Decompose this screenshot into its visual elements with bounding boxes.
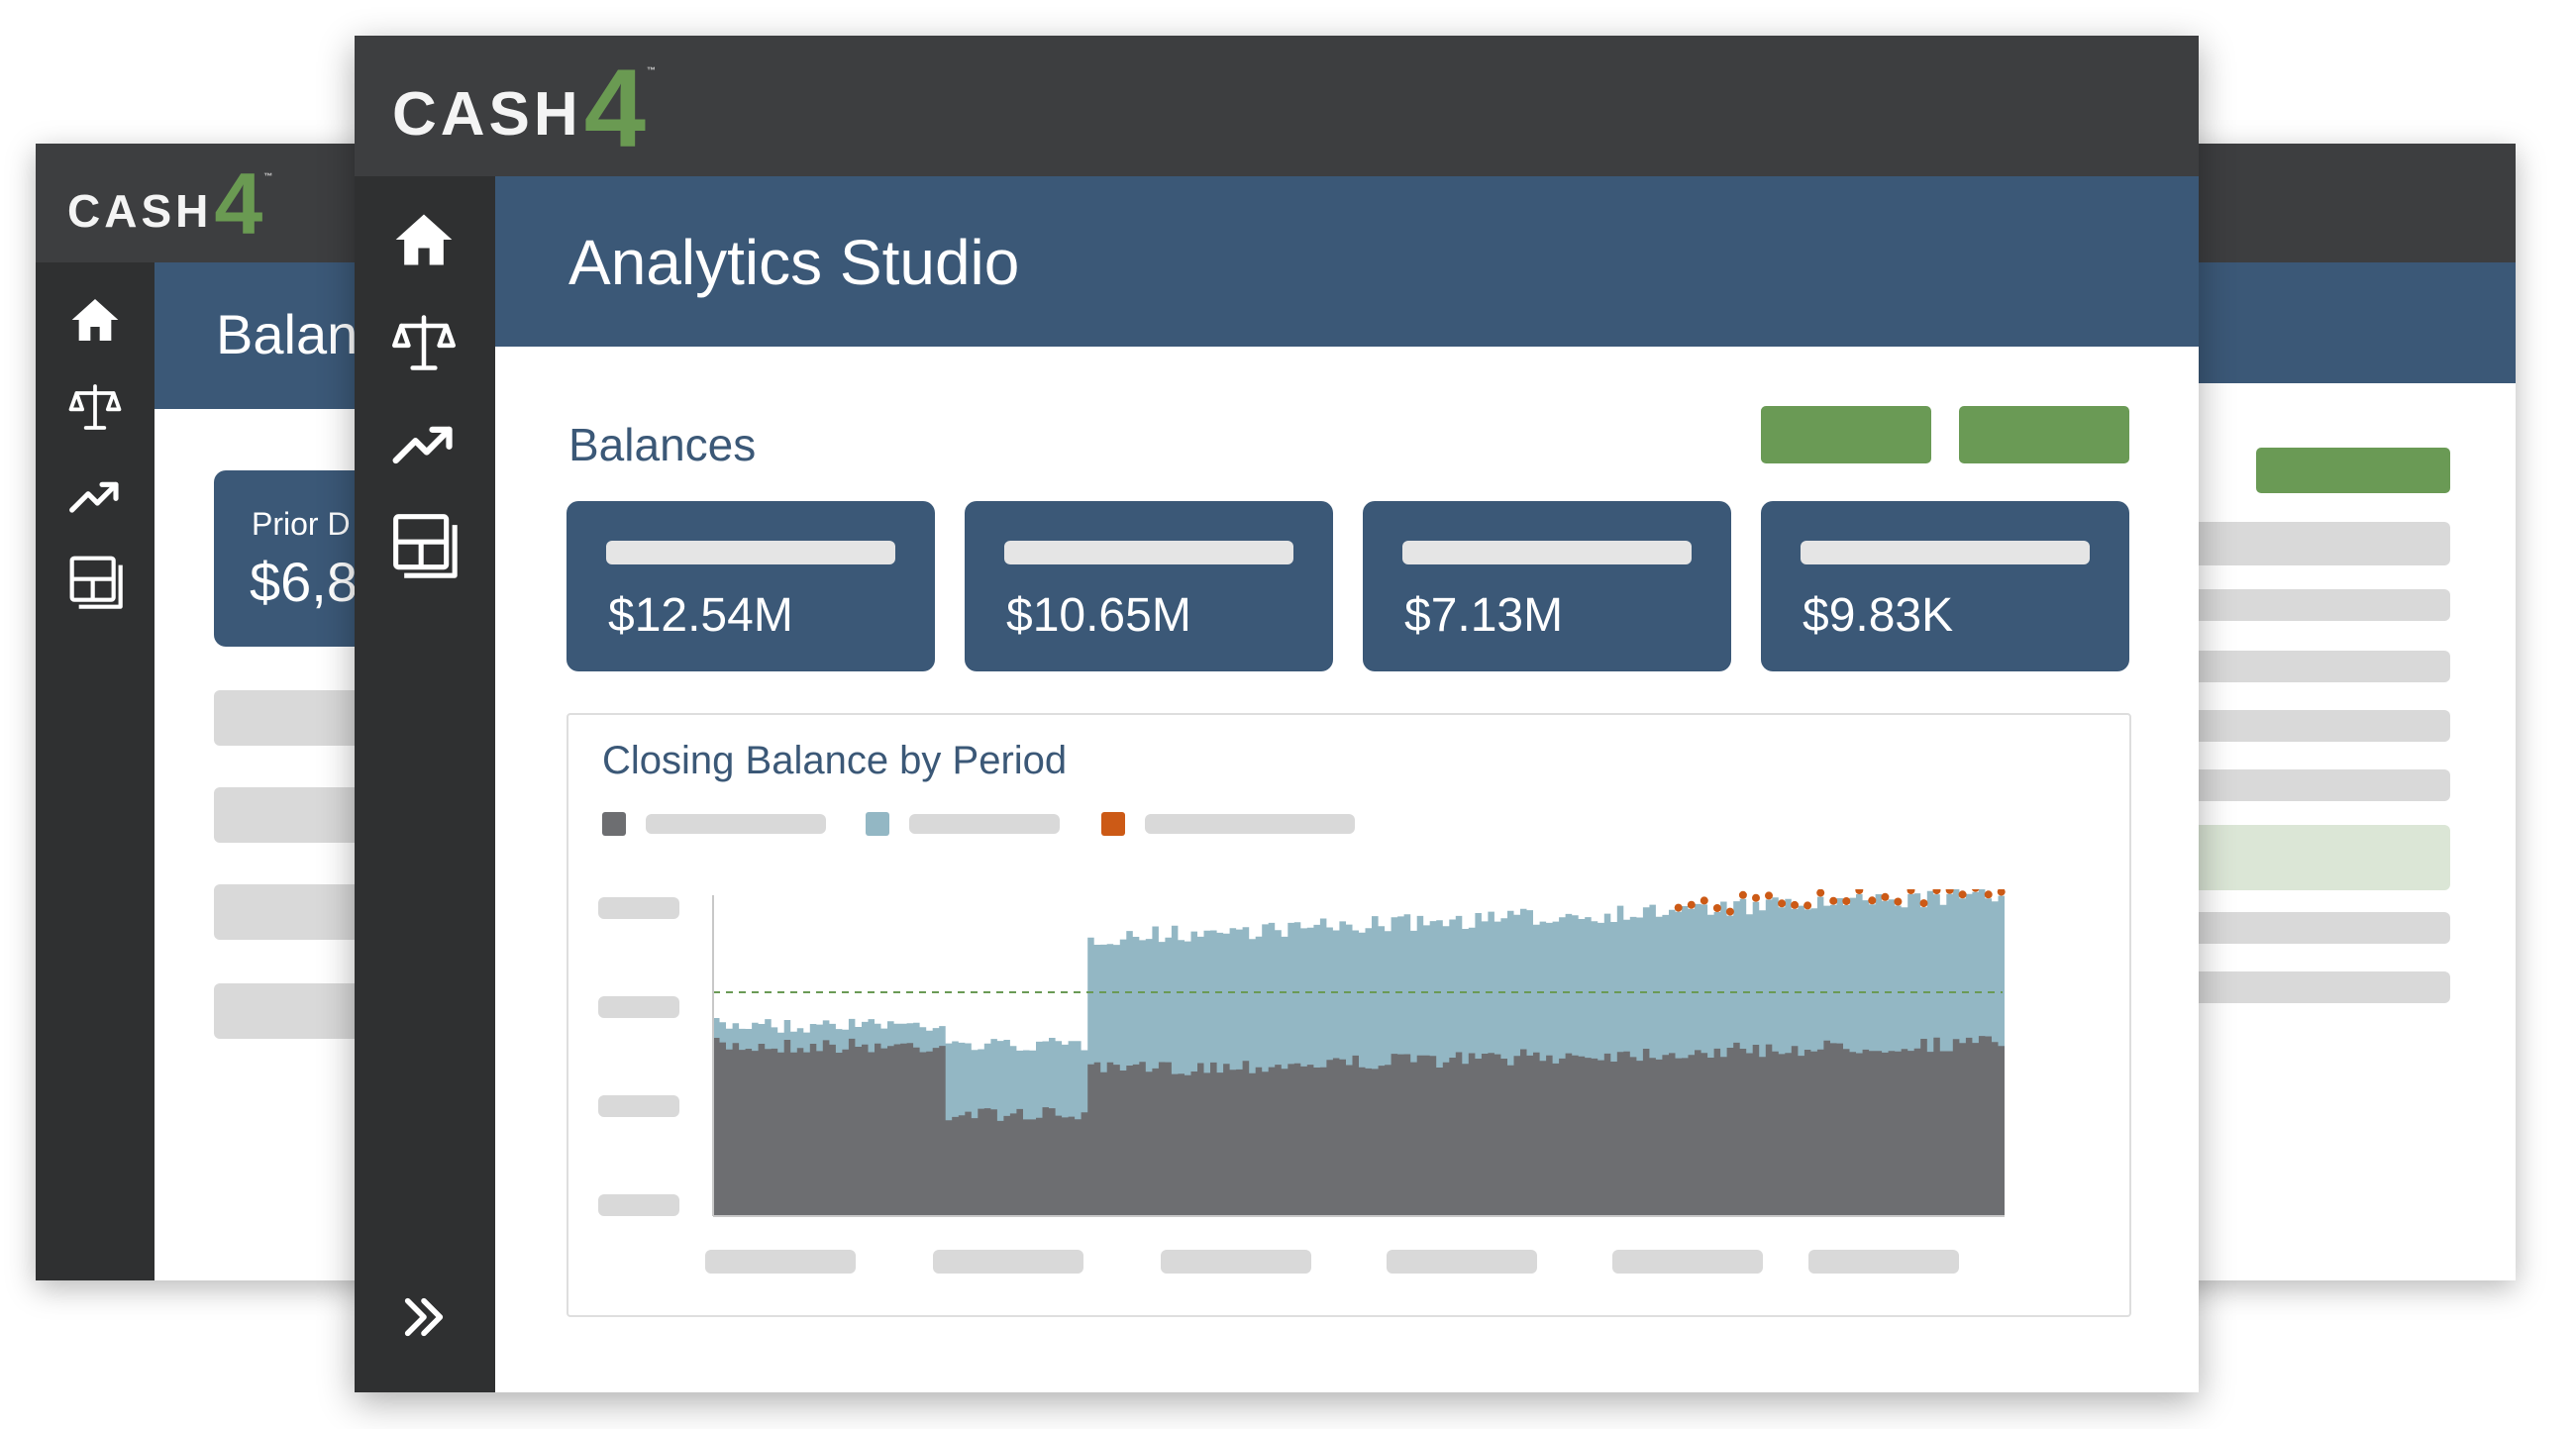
orange-marker	[1997, 889, 2006, 896]
x-tick-placeholder	[1612, 1250, 1763, 1274]
kpi-card-value: $7.13M	[1404, 589, 1564, 642]
legend-swatch-gray	[602, 812, 626, 836]
home-icon[interactable]	[67, 292, 123, 348]
closing-balance-plot	[712, 889, 2006, 1217]
kpi-card-value: $12.54M	[608, 589, 793, 642]
legend-label-placeholder	[909, 814, 1060, 834]
action-button-secondary[interactable]	[1959, 406, 2129, 463]
front-window-logo: CASH 4 ™	[392, 47, 656, 170]
orange-marker	[1919, 899, 1928, 908]
trend-up-icon[interactable]	[67, 468, 123, 524]
orange-marker	[1842, 897, 1851, 905]
logo-trademark: ™	[263, 171, 273, 181]
orange-marker	[1816, 889, 1825, 897]
home-icon[interactable]	[390, 206, 458, 273]
kpi-card-value: $9.83K	[1803, 589, 1954, 642]
x-tick-placeholder	[1387, 1250, 1537, 1274]
orange-marker	[1868, 896, 1877, 905]
orange-marker	[1829, 896, 1838, 905]
orange-marker	[1932, 889, 1941, 895]
orange-marker	[1752, 893, 1760, 902]
right-window-action-button[interactable]	[2256, 448, 2450, 493]
kpi-card[interactable]: $10.65M	[965, 501, 1333, 671]
kpi-card[interactable]: $9.83K	[1761, 501, 2129, 671]
orange-marker	[1738, 890, 1747, 899]
x-tick-placeholder	[1808, 1250, 1959, 1274]
y-tick-placeholder	[598, 996, 679, 1018]
left-window-logo: CASH 4 ™	[67, 154, 273, 253]
dashboard-icon[interactable]	[390, 511, 458, 578]
left-window-sidebar	[36, 262, 155, 1280]
left-window-page-title: Balan	[216, 303, 359, 365]
orange-marker	[1906, 889, 1915, 894]
front-window-sidebar	[355, 176, 495, 1392]
front-window: CASH 4 ™ Analytics Studio Balances $12.5…	[355, 36, 2199, 1392]
logo-number: 4	[583, 47, 646, 170]
x-tick-placeholder	[1161, 1250, 1311, 1274]
dashboard-icon[interactable]	[67, 554, 123, 609]
scales-icon[interactable]	[390, 309, 458, 376]
x-tick-placeholder	[705, 1250, 856, 1274]
balance-card-value: $6,8	[250, 551, 358, 613]
legend-label-placeholder	[646, 814, 826, 834]
orange-marker	[1700, 896, 1708, 905]
orange-marker	[1778, 899, 1787, 908]
kpi-card[interactable]: $7.13M	[1363, 501, 1731, 671]
orange-marker	[1687, 900, 1696, 909]
kpi-card-label-placeholder	[1004, 541, 1293, 564]
trend-up-icon[interactable]	[390, 410, 458, 477]
legend-swatch-orange	[1101, 812, 1125, 836]
logo-text: CASH	[67, 184, 213, 237]
front-window-titlebar: CASH 4 ™	[355, 36, 2199, 176]
kpi-card[interactable]: $12.54M	[567, 501, 935, 671]
orange-marker	[1765, 891, 1773, 900]
logo-number: 4	[214, 154, 263, 253]
orange-marker	[1984, 890, 1993, 899]
legend-label-placeholder	[1145, 814, 1355, 834]
kpi-card-label-placeholder	[1801, 541, 2090, 564]
front-window-header: Analytics Studio	[495, 176, 2199, 347]
series-area-gray	[713, 1036, 2005, 1216]
chart-title: Closing Balance by Period	[602, 739, 1068, 782]
kpi-card-label-placeholder	[1402, 541, 1692, 564]
kpi-card-value: $10.65M	[1006, 589, 1191, 642]
orange-marker	[1945, 889, 1954, 894]
page-title: Analytics Studio	[568, 227, 1020, 298]
section-title: Balances	[568, 419, 757, 470]
y-tick-placeholder	[598, 1095, 679, 1117]
orange-marker	[1855, 889, 1864, 894]
orange-marker	[1971, 889, 1980, 892]
orange-marker	[1881, 892, 1890, 901]
orange-marker	[1712, 904, 1721, 912]
balance-card-label: Prior D	[252, 506, 351, 542]
logo-text: CASH	[392, 80, 582, 150]
x-tick-placeholder	[933, 1250, 1083, 1274]
orange-marker	[1803, 901, 1812, 910]
chart-panel: Closing Balance by Period	[567, 713, 2131, 1317]
orange-marker	[1725, 907, 1734, 916]
kpi-card-label-placeholder	[606, 541, 895, 564]
orange-marker	[1894, 897, 1903, 906]
action-button-primary[interactable]	[1761, 406, 1931, 463]
y-tick-placeholder	[598, 1194, 679, 1216]
orange-marker	[1791, 900, 1800, 909]
scales-icon[interactable]	[67, 379, 123, 435]
orange-marker	[1958, 890, 1967, 899]
logo-trademark: ™	[646, 65, 656, 75]
legend-swatch-blue	[866, 812, 889, 836]
chevrons-right-icon[interactable]	[396, 1289, 452, 1345]
orange-marker	[1674, 903, 1683, 912]
y-tick-placeholder	[598, 897, 679, 919]
